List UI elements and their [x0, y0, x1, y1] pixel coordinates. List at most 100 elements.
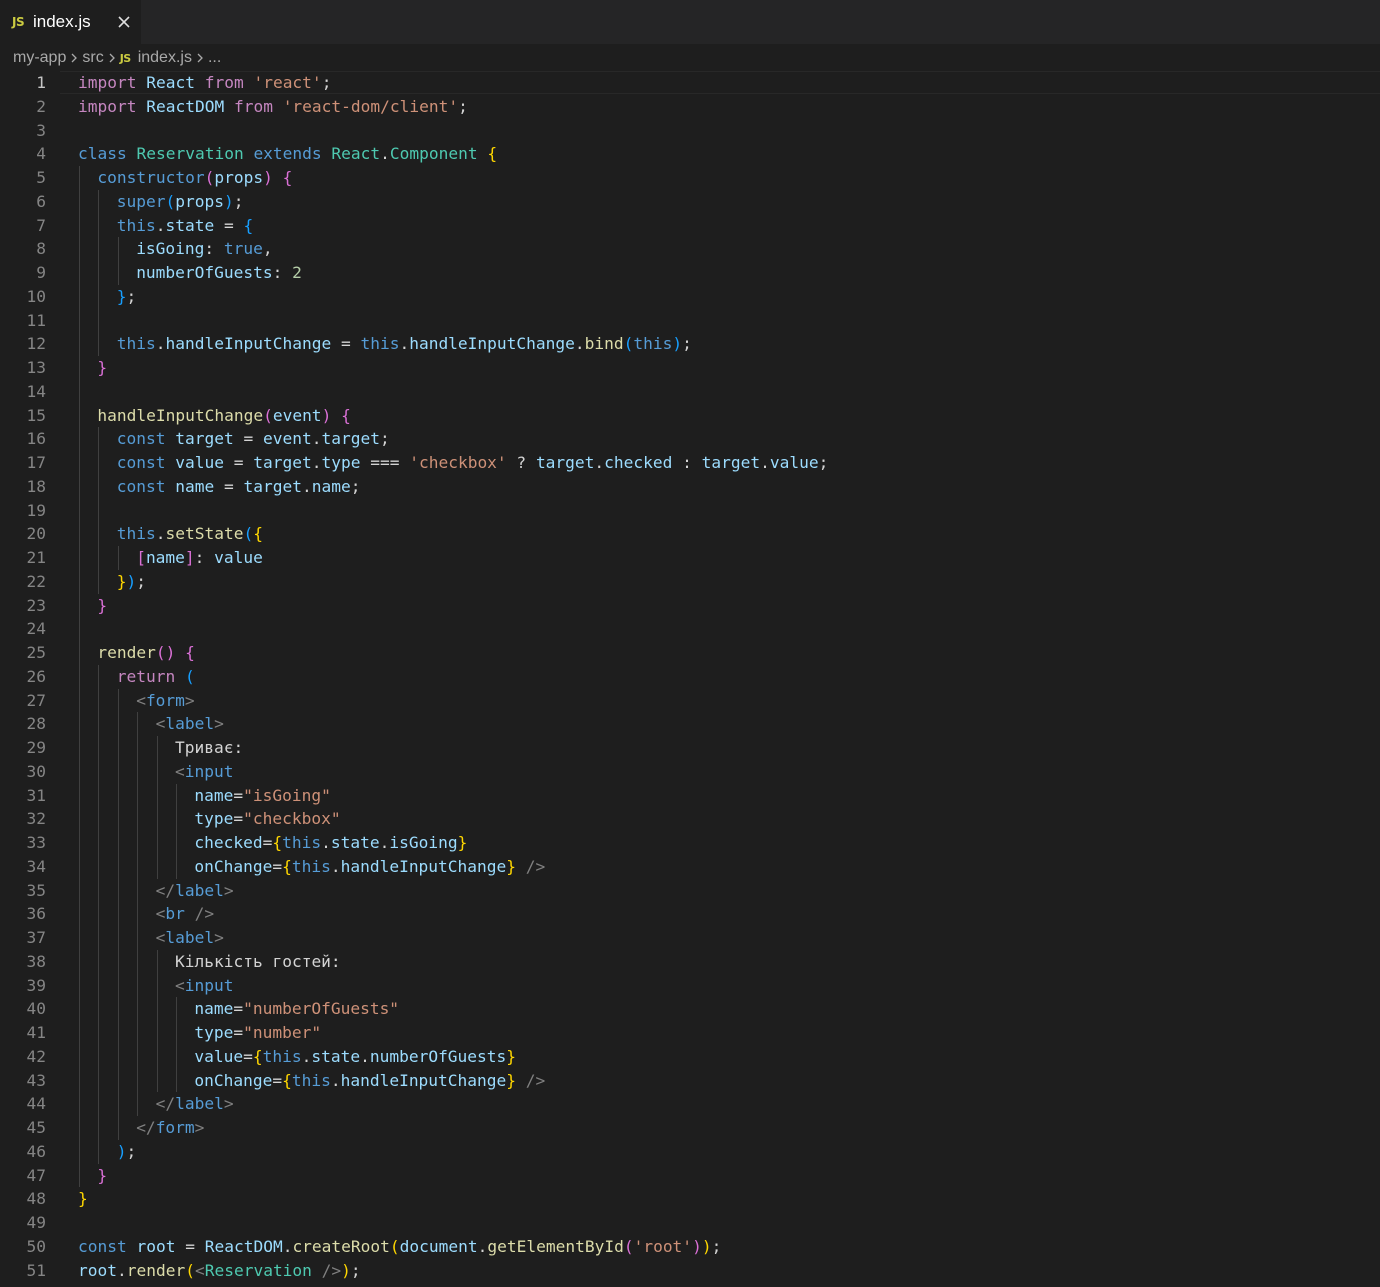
- line-number: 37: [26, 928, 47, 947]
- code-line[interactable]: 42 value={this.state.numberOfGuests}: [0, 1045, 1380, 1069]
- code-token: name: [194, 999, 234, 1019]
- line-number: 36: [26, 904, 47, 924]
- code-line[interactable]: 8 isGoing: true,: [0, 237, 1380, 261]
- code-line[interactable]: 25 render() {: [0, 641, 1380, 665]
- line-number: 12: [26, 334, 47, 354]
- code-token: {: [487, 144, 498, 164]
- line-number: 50: [26, 1236, 47, 1256]
- breadcrumb-item-symbols[interactable]: ...: [208, 49, 221, 67]
- code-line[interactable]: 30 <input: [0, 760, 1380, 784]
- code-token: checked: [604, 453, 673, 472]
- code-line[interactable]: 33 checked={this.state.isGoing}: [0, 831, 1380, 855]
- code-line[interactable]: 17 const value = target.type === 'checkbo…: [0, 451, 1380, 475]
- code-token: Кількість гостей:: [175, 951, 341, 971]
- code-line[interactable]: 35 </label>: [0, 879, 1380, 903]
- code-line[interactable]: 47}: [0, 1164, 1380, 1188]
- code-line[interactable]: 11: [0, 309, 1380, 333]
- code-line[interactable]: 39 <input: [0, 974, 1380, 998]
- code-text: isGoing: true,: [136, 237, 272, 261]
- code-line[interactable]: 44 </label>: [0, 1092, 1380, 1116]
- code-line[interactable]: 9 numberOfGuests: 2: [0, 261, 1380, 285]
- breadcrumb-item-my-app[interactable]: my-app: [13, 49, 66, 67]
- code-line[interactable]: 18 const name = target.name;: [0, 475, 1380, 499]
- code-token: .: [282, 1236, 293, 1256]
- code-line[interactable]: 26 return (: [0, 665, 1380, 689]
- line-number: 43: [26, 1070, 47, 1090]
- line-number: 35: [26, 880, 47, 900]
- code-line[interactable]: 6 super(props);: [0, 190, 1380, 214]
- code-line[interactable]: 49: [0, 1211, 1380, 1235]
- code-line[interactable]: 13}: [0, 356, 1380, 380]
- code-line[interactable]: 50 const root = ReactDOM.createRoot(docum…: [0, 1235, 1380, 1259]
- code-token: "number": [243, 1023, 322, 1042]
- code-line[interactable]: 3: [0, 119, 1380, 143]
- code-line[interactable]: 4 class Reservation extends React.Compone…: [0, 142, 1380, 166]
- code-line[interactable]: 1 import React from 'react';: [0, 71, 1380, 95]
- code-line[interactable]: 48}: [0, 1187, 1380, 1211]
- code-line[interactable]: 20 this.setState({: [0, 522, 1380, 546]
- code-line[interactable]: 24: [0, 617, 1380, 641]
- code-line[interactable]: 32 type="checkbox": [0, 807, 1380, 831]
- code-token: =: [175, 1236, 205, 1256]
- code-line[interactable]: 29 Триває:: [0, 736, 1380, 760]
- code-line[interactable]: 31 name="isGoing": [0, 784, 1380, 808]
- line-number: 7: [36, 215, 46, 235]
- code-line[interactable]: 21 [name]: value: [0, 546, 1380, 570]
- code-line[interactable]: 7 this.state = {: [0, 214, 1380, 238]
- code-line[interactable]: 38 Кількість гостей:: [0, 950, 1380, 974]
- code-line[interactable]: 43 onChange={this.handleInputChange} />: [0, 1069, 1380, 1093]
- code-token: (: [263, 405, 273, 425]
- code-editor[interactable]: 1 import React from 'react'; 2 import React…: [0, 71, 1380, 1287]
- breadcrumb-item-src[interactable]: src: [82, 49, 103, 67]
- code-text: onChange={this.handleInputChange} />: [194, 1069, 545, 1093]
- code-line[interactable]: 12 this.handleInputChange = this.handleIn…: [0, 332, 1380, 356]
- code-line[interactable]: 14: [0, 380, 1380, 404]
- code-line[interactable]: 45 </form>: [0, 1116, 1380, 1140]
- breadcrumb-item-file[interactable]: index.js: [138, 49, 192, 67]
- code-line[interactable]: 40 name="numberOfGuests": [0, 997, 1380, 1021]
- code-token: }: [97, 1165, 108, 1185]
- code-line[interactable]: 23}: [0, 594, 1380, 618]
- code-line[interactable]: 5 constructor(props) {: [0, 166, 1380, 190]
- code-text: }: [97, 1164, 107, 1188]
- code-line[interactable]: 37 <label>: [0, 926, 1380, 950]
- code-line[interactable]: 51 root.render(<Reservation />);: [0, 1259, 1380, 1283]
- close-icon[interactable]: [112, 10, 136, 34]
- line-number: 1: [36, 73, 46, 92]
- code-token: =: [214, 476, 244, 496]
- code-token: .: [155, 334, 166, 354]
- line-number: 8: [36, 239, 46, 259]
- code-line[interactable]: 22});: [0, 570, 1380, 594]
- line-number: 17: [26, 453, 47, 472]
- code-token: this: [116, 334, 156, 354]
- code-token: render: [97, 643, 156, 662]
- code-line[interactable]: 28 <label>: [0, 712, 1380, 736]
- code-token: [: [136, 548, 146, 567]
- code-token: React: [146, 73, 195, 92]
- code-text: </label>: [156, 879, 234, 903]
- code-token: ?: [506, 453, 536, 472]
- code-text: render() {: [97, 641, 194, 665]
- code-line[interactable]: 41 type="number": [0, 1021, 1380, 1045]
- line-number: 49: [26, 1213, 47, 1232]
- code-line[interactable]: 10};: [0, 285, 1380, 309]
- code-line[interactable]: 16 const target = event.target;: [0, 427, 1380, 451]
- code-text: name="numberOfGuests": [194, 997, 399, 1021]
- code-line[interactable]: 2 import ReactDOM from 'react-dom/client'…: [0, 95, 1380, 119]
- code-token: (: [623, 1236, 634, 1256]
- line-number: 29: [26, 738, 47, 757]
- code-line[interactable]: 36 <br />: [0, 902, 1380, 926]
- line-number: 48: [26, 1189, 47, 1209]
- code-token: =: [243, 1046, 253, 1066]
- code-line[interactable]: 27 <form>: [0, 689, 1380, 713]
- code-line[interactable]: 19: [0, 499, 1380, 523]
- chevron-right-icon: [108, 52, 116, 64]
- code-token: extends: [253, 144, 322, 164]
- line-number: 42: [26, 1046, 47, 1066]
- code-line[interactable]: 46);: [0, 1140, 1380, 1164]
- code-line[interactable]: 15 handleInputChange(event) {: [0, 404, 1380, 428]
- code-line[interactable]: 34 onChange={this.handleInputChange} />: [0, 855, 1380, 879]
- code-token: "isGoing": [243, 785, 331, 805]
- line-number: 47: [26, 1165, 47, 1185]
